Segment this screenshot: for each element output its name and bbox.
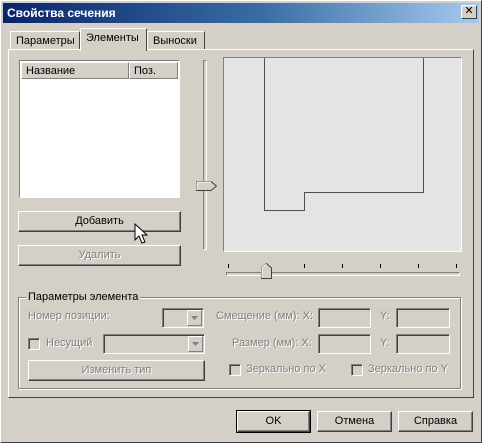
bearing-checkbox[interactable] [28, 338, 40, 350]
vertical-slider-thumb[interactable] [196, 181, 217, 191]
slider-tick [342, 264, 343, 268]
size-x-field[interactable] [318, 334, 371, 354]
close-icon: ✕ [464, 5, 474, 17]
chevron-down-icon[interactable] [187, 310, 202, 326]
size-y-field[interactable] [396, 334, 450, 354]
tab-elements[interactable]: Элементы [80, 28, 147, 51]
change-type-button[interactable]: Изменить тип [28, 360, 205, 381]
button-label: Отмена [334, 415, 375, 427]
tab-label: Параметры [16, 35, 75, 47]
slider-tick [304, 264, 305, 268]
tab-label: Элементы [86, 32, 139, 44]
tab-label: Выноски [153, 35, 197, 47]
button-label: Удалить [78, 249, 121, 261]
slider-tick [380, 264, 381, 268]
column-label: Название [26, 65, 76, 77]
title-bar[interactable]: Свойства сечения ✕ [3, 3, 479, 23]
slider-tick [456, 264, 457, 268]
column-label: Поз. [134, 65, 156, 77]
mirror-x-label: Зеркально по X [246, 363, 326, 375]
cancel-button[interactable]: Отмена [317, 411, 392, 432]
mouse-cursor-icon [134, 223, 148, 244]
elements-list[interactable]: Название Поз. [19, 60, 180, 198]
offset-x-field[interactable] [318, 308, 371, 328]
button-label: Изменить тип [81, 364, 152, 376]
size-x-label: Размер (мм): X: [232, 337, 312, 349]
help-button[interactable]: Справка [398, 411, 473, 432]
column-header-name[interactable]: Название [21, 62, 129, 79]
slider-tick [418, 264, 419, 268]
add-button[interactable]: Добавить [18, 211, 181, 232]
horizontal-slider-thumb[interactable] [261, 263, 272, 279]
size-y-label: Y: [380, 337, 390, 349]
slider-tick [228, 264, 229, 268]
offset-x-label: Смещение (мм): X: [216, 310, 314, 322]
offset-y-label: Y: [380, 310, 390, 322]
ok-button[interactable]: OK [236, 410, 311, 433]
offset-y-field[interactable] [396, 308, 450, 328]
chevron-down-icon[interactable] [188, 336, 203, 352]
position-number-label: Номер позиции: [28, 310, 110, 322]
delete-button[interactable]: Удалить [18, 245, 181, 266]
window-title: Свойства сечения [7, 6, 116, 20]
button-label: Справка [413, 415, 458, 427]
section-outline-drawing [264, 58, 424, 211]
button-label: Добавить [75, 215, 124, 227]
mirror-y-checkbox[interactable] [351, 364, 363, 376]
tab-callouts[interactable]: Выноски [147, 31, 205, 51]
close-button[interactable]: ✕ [461, 5, 477, 19]
mirror-y-label: Зеркально по Y [368, 363, 448, 375]
element-params-title: Параметры элемента [26, 291, 141, 303]
column-header-pos[interactable]: Поз. [129, 62, 178, 79]
mirror-x-checkbox[interactable] [229, 364, 241, 376]
section-preview [223, 57, 462, 252]
position-number-dropdown[interactable] [162, 308, 204, 328]
tab-parameters[interactable]: Параметры [10, 31, 80, 51]
bearing-dropdown[interactable] [103, 334, 205, 354]
bearing-label: Несущий [46, 337, 93, 349]
button-label: OK [265, 415, 282, 427]
vertical-slider-track[interactable] [203, 60, 207, 250]
